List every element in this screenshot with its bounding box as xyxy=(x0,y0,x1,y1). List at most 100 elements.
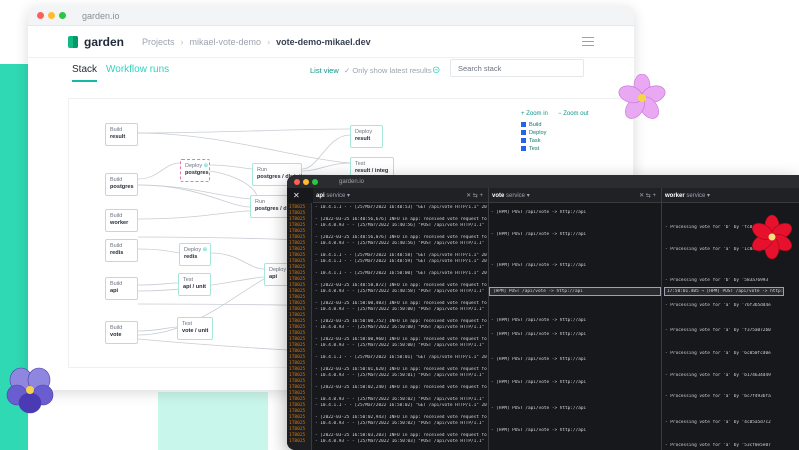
close-dot-icon[interactable] xyxy=(37,12,44,19)
log-line: - [2022-03-25 16:50:02,943] INFO in app:… xyxy=(315,415,487,420)
node-name: vote / unit xyxy=(182,328,209,335)
gutter-line-number: 1T8025 xyxy=(289,343,306,348)
node-test-api[interactable]: Test api / unit xyxy=(178,273,211,296)
pane-header-worker[interactable]: worker service ▾ xyxy=(662,188,799,203)
view-toolbar: Stack Workflow runs List view ✓ Only sho… xyxy=(68,59,594,88)
link-icon[interactable]: ⊝ xyxy=(432,65,440,76)
list-view-link[interactable]: List view xyxy=(310,66,339,75)
log-line: - 10.4.0.93 - - [25/Mar/2022 16:50:03] "… xyxy=(315,439,487,444)
log-line: - 10.4.1.1 - - [25/Mar/2022 16:40:58] "G… xyxy=(315,253,487,258)
minimize-dot-icon[interactable] xyxy=(303,178,309,185)
zoom-in-button[interactable]: + Zoom in xyxy=(521,111,548,117)
node-name: redis xyxy=(110,250,124,257)
node-kind: Run xyxy=(257,167,268,173)
node-name: postgres xyxy=(185,170,209,177)
node-build-api[interactable]: Build api xyxy=(105,277,138,300)
node-deploy-redis[interactable]: Deploy ⊛ redis xyxy=(179,243,211,266)
breadcrumb-environment[interactable]: vote-demo-mikael.dev xyxy=(276,37,371,47)
search-input[interactable]: Search stack xyxy=(450,59,584,77)
node-build-vote[interactable]: Build vote xyxy=(105,321,138,344)
gutter-line-number: 1T8025 xyxy=(289,295,306,300)
menu-icon[interactable] xyxy=(582,37,594,46)
breadcrumb-project[interactable]: mikael-vote-demo xyxy=(190,37,262,47)
gutter-line-number: 1T8025 xyxy=(289,319,306,324)
gutter-line-number: 1T8025 xyxy=(289,325,306,330)
gutter-line-number: 1T8025 xyxy=(289,355,306,360)
pane-controls-icon[interactable]: ✕ ⇆ + xyxy=(639,192,656,199)
node-name: result xyxy=(355,136,371,143)
breadcrumb-separator-icon: › xyxy=(180,36,184,47)
gutter-line-number: 1T8025 xyxy=(289,283,306,288)
breadcrumb-projects[interactable]: Projects xyxy=(142,37,175,47)
app-header: garden Projects › mikael-vote-demo › vot… xyxy=(28,26,634,58)
only-latest-label: Only show latest results xyxy=(352,66,432,75)
node-name: postgres xyxy=(110,184,134,191)
decor-flower-pansy-icon xyxy=(6,367,54,414)
tab-stack[interactable]: Stack xyxy=(72,64,98,82)
checkbox-icon xyxy=(521,122,526,128)
log-line: - 10.4.1.1 - - [25/Mar/2022 16:50:02] "G… xyxy=(315,403,487,408)
gutter-line-number: 1T8025 xyxy=(289,391,306,396)
pane-divider[interactable] xyxy=(488,188,489,450)
node-kind: Test xyxy=(183,277,194,283)
gutter-line-number: 1T8025 xyxy=(289,259,306,264)
minimize-dot-icon[interactable] xyxy=(48,12,55,19)
browser-titlebar: garden.io xyxy=(28,6,634,26)
logo-text[interactable]: garden xyxy=(84,35,124,49)
log-line: - 10.4.1.1 - - [25/Mar/2022 16:50:01] "G… xyxy=(315,355,487,360)
node-kind: Deploy xyxy=(269,267,287,273)
log-line: - [HPM] POST /api/vote -> http://api xyxy=(491,428,587,433)
maximize-dot-icon[interactable] xyxy=(59,12,66,19)
node-test-vote[interactable]: Test vote / unit xyxy=(177,317,213,340)
gutter-line-number: 1T8025 xyxy=(289,211,306,216)
gutter-line-number: 1T8025 xyxy=(289,289,306,294)
decor-flower-pink-icon xyxy=(618,74,666,119)
log-line: - 10.4.1.1 - - [25/Mar/2022 16:40:59] "G… xyxy=(315,259,487,264)
log-line: - Processing vote for 'a' by '4c85a5d7c2 xyxy=(665,420,771,425)
close-dot-icon[interactable] xyxy=(294,178,300,185)
maximize-dot-icon[interactable] xyxy=(312,178,318,185)
node-kind: Build xyxy=(110,325,123,331)
log-line: - Processing vote for 'a' by 'bc7f493bfa xyxy=(665,394,771,399)
gutter-line-number: 1T8025 xyxy=(289,439,306,444)
log-line: - [HPM] POST /api/vote -> http://api xyxy=(491,210,587,215)
decor-flower-red-icon xyxy=(752,214,792,260)
node-name: api / unit xyxy=(183,284,206,291)
log-line: - [HPM] POST /api/vote -> http://api xyxy=(491,357,587,362)
node-build-worker[interactable]: Build worker xyxy=(105,209,138,232)
legend-task[interactable]: Task xyxy=(521,137,546,145)
node-name: vote xyxy=(110,332,122,339)
pane-header-api[interactable]: api service ▾ ✕ ⇆ + xyxy=(313,188,488,203)
pane-controls-icon[interactable]: ✕ ⇆ + xyxy=(466,192,483,199)
gutter-line-number: 1T8025 xyxy=(289,397,306,402)
breadcrumb-separator-icon: › xyxy=(267,36,271,47)
chevron-down-icon: ▾ xyxy=(347,193,351,199)
log-line: - Processing vote for 'a' by '53cf0e5e07 xyxy=(665,443,771,448)
pane-divider[interactable] xyxy=(661,188,662,450)
decor-teal-block xyxy=(158,392,268,450)
legend-build[interactable]: Build xyxy=(521,121,546,129)
log-line: - [HPM] POST /api/vote -> http://api xyxy=(491,406,587,411)
node-deploy-result[interactable]: Deploy result xyxy=(350,125,383,148)
address-bar[interactable]: garden.io xyxy=(82,11,120,21)
pane-header-vote[interactable]: vote service ▾ ✕ ⇆ + xyxy=(489,188,661,203)
close-icon[interactable]: ✕ xyxy=(293,191,300,200)
zoom-in-label: Zoom in xyxy=(526,111,548,117)
gutter-line-number: 1T8025 xyxy=(289,337,306,342)
legend-test[interactable]: Test xyxy=(521,145,546,153)
node-build-result[interactable]: Build result xyxy=(105,123,138,146)
address-bar[interactable]: garden.io xyxy=(339,179,364,185)
node-name: api xyxy=(110,288,119,295)
node-build-redis[interactable]: Build redis xyxy=(105,239,138,262)
zoom-out-button[interactable]: − Zoom out xyxy=(558,111,589,117)
only-latest-toggle[interactable]: ✓ Only show latest results xyxy=(344,66,432,75)
gutter-line-number: 1T8025 xyxy=(289,247,306,252)
gutter-line-number: 1T8025 xyxy=(289,253,306,258)
node-build-postgres[interactable]: Build postgres xyxy=(105,173,138,196)
log-line: - 10.4.0.93 - - [25/Mar/2022 16:40:58] "… xyxy=(315,289,487,294)
tab-workflow-runs[interactable]: Workflow runs xyxy=(106,64,169,80)
graph-legend: Build Deploy Task Test xyxy=(521,121,546,153)
legend-deploy[interactable]: Deploy xyxy=(521,129,546,137)
node-deploy-postgres[interactable]: Deploy ⊛ postgres xyxy=(180,159,210,182)
gutter-line-number: 1T8025 xyxy=(289,433,306,438)
